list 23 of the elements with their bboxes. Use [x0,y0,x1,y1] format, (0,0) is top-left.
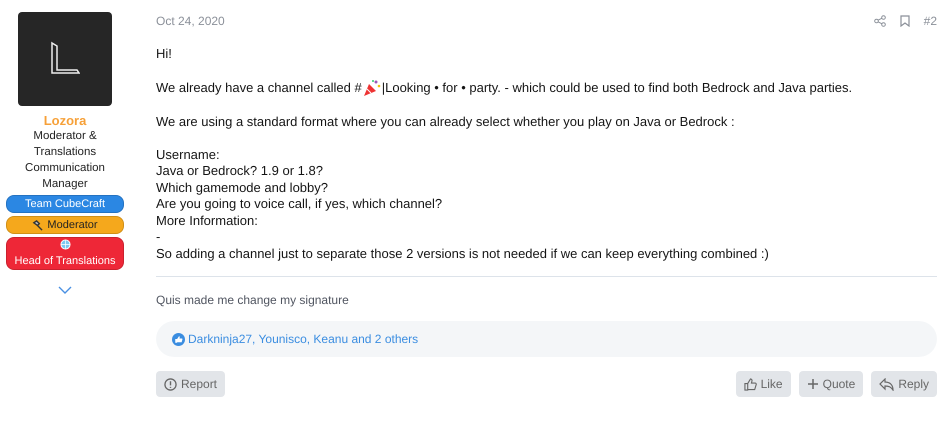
reply-button[interactable]: Reply [871,371,937,397]
user-banner: Moderator [6,216,124,234]
post-text: More Information: [156,212,258,229]
post-text: We are using a standard format where you can already select whether you play on Java or Bedrock : [156,114,735,130]
post-date[interactable]: Oct 24, 2020 [156,14,874,28]
post-text: Java or Bedrock? 1.9 or 1.8? [156,163,323,180]
post-text: Which gamemode and lobby? [156,180,328,196]
reaction-users-link[interactable]: Darkninja27, Younisco, Keanu and 2 others [188,332,418,346]
post-text: Username: [156,146,220,163]
post-text: - [156,229,160,246]
post-text: |Looking • for • party. - which could be used to find both Bedrock and Java parties. [382,80,852,96]
like-button[interactable]: Like [736,371,791,397]
post-number[interactable]: #2 [924,14,937,28]
report-button[interactable]: Report [156,371,226,397]
post-text: So adding a channel just to separate those 2 versions is not needed if we can keep everything combined :) [156,246,769,262]
signature: Quis made me change my signature [156,293,350,307]
post-text: Are you going to voice call, if yes, which channel? [156,196,442,212]
user-banner: Head of Translations [6,237,124,270]
post-text: Hi! [156,46,172,62]
quote-button[interactable]: Quote [798,371,864,397]
user-banner: Team CubeCraft [6,195,124,213]
post-text: We already have a channel called # [156,80,362,96]
user-title: Moderator & Translations Communication Manager [24,129,106,192]
